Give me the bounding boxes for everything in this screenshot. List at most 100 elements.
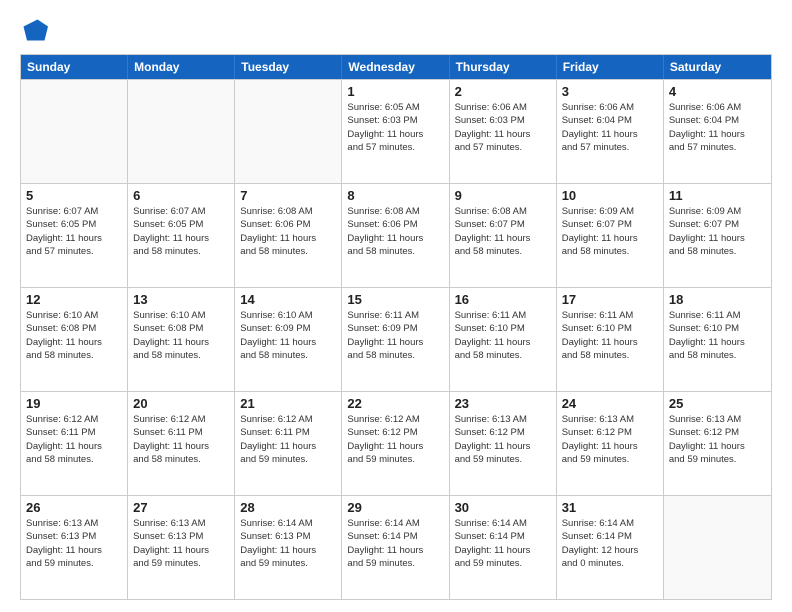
- weekday-header: Friday: [557, 55, 664, 79]
- day-info: Sunrise: 6:10 AM Sunset: 6:08 PM Dayligh…: [26, 309, 122, 362]
- weekday-header: Sunday: [21, 55, 128, 79]
- calendar-cell: 22 Sunrise: 6:12 AM Sunset: 6:12 PM Dayli…: [342, 392, 449, 495]
- day-info: Sunrise: 6:13 AM Sunset: 6:12 PM Dayligh…: [669, 413, 766, 466]
- day-number: 29: [347, 500, 443, 515]
- day-number: 27: [133, 500, 229, 515]
- header: [20, 16, 772, 44]
- day-number: 20: [133, 396, 229, 411]
- day-number: 7: [240, 188, 336, 203]
- logo: [20, 16, 52, 44]
- calendar-cell: 26Sunrise: 6:13 AM Sunset: 6:13 PM Dayli…: [21, 496, 128, 599]
- calendar-cell: 8Sunrise: 6:08 AM Sunset: 6:06 PM Daylig…: [342, 184, 449, 287]
- weekday-header: Tuesday: [235, 55, 342, 79]
- day-info: Sunrise: 6:12 AM Sunset: 6:12 PM Dayligh…: [347, 413, 443, 466]
- calendar-cell: 6 Sunrise: 6:07 AM Sunset: 6:05 PM Daylig…: [128, 184, 235, 287]
- calendar-cell: 16 Sunrise: 6:11 AM Sunset: 6:10 PM Dayli…: [450, 288, 557, 391]
- calendar-cell: 2Sunrise: 6:06 AM Sunset: 6:03 PM Daylig…: [450, 80, 557, 183]
- calendar-cell: 3 Sunrise: 6:06 AM Sunset: 6:04 PM Daylig…: [557, 80, 664, 183]
- weekday-header: Thursday: [450, 55, 557, 79]
- calendar-cell: 11 Sunrise: 6:09 AM Sunset: 6:07 PM Dayli…: [664, 184, 771, 287]
- calendar: SundayMondayTuesdayWednesdayThursdayFrid…: [20, 54, 772, 600]
- day-number: 10: [562, 188, 658, 203]
- day-number: 25: [669, 396, 766, 411]
- calendar-row: 5 Sunrise: 6:07 AM Sunset: 6:05 PM Daylig…: [21, 183, 771, 287]
- calendar-row: 19 Sunrise: 6:12 AM Sunset: 6:11 PM Dayli…: [21, 391, 771, 495]
- day-number: 9: [455, 188, 551, 203]
- weekday-header: Monday: [128, 55, 235, 79]
- calendar-cell: [21, 80, 128, 183]
- day-number: 5: [26, 188, 122, 203]
- day-number: 15: [347, 292, 443, 307]
- day-info: Sunrise: 6:08 AM Sunset: 6:06 PM Dayligh…: [240, 205, 336, 258]
- day-number: 30: [455, 500, 551, 515]
- calendar-cell: 20Sunrise: 6:12 AM Sunset: 6:11 PM Dayli…: [128, 392, 235, 495]
- calendar-row: 1 Sunrise: 6:05 AM Sunset: 6:03 PM Daylig…: [21, 79, 771, 183]
- day-number: 26: [26, 500, 122, 515]
- day-number: 12: [26, 292, 122, 307]
- calendar-cell: 23 Sunrise: 6:13 AM Sunset: 6:12 PM Dayli…: [450, 392, 557, 495]
- calendar-cell: 9Sunrise: 6:08 AM Sunset: 6:07 PM Daylig…: [450, 184, 557, 287]
- day-number: 3: [562, 84, 658, 99]
- day-info: Sunrise: 6:09 AM Sunset: 6:07 PM Dayligh…: [669, 205, 766, 258]
- calendar-cell: 15 Sunrise: 6:11 AM Sunset: 6:09 PM Dayli…: [342, 288, 449, 391]
- calendar-cell: 25 Sunrise: 6:13 AM Sunset: 6:12 PM Dayli…: [664, 392, 771, 495]
- day-number: 21: [240, 396, 336, 411]
- calendar-cell: 13 Sunrise: 6:10 AM Sunset: 6:08 PM Dayli…: [128, 288, 235, 391]
- calendar-cell: 31 Sunrise: 6:14 AM Sunset: 6:14 PM Dayli…: [557, 496, 664, 599]
- day-info: Sunrise: 6:14 AM Sunset: 6:14 PM Dayligh…: [562, 517, 658, 570]
- calendar-cell: 28Sunrise: 6:14 AM Sunset: 6:13 PM Dayli…: [235, 496, 342, 599]
- day-info: Sunrise: 6:14 AM Sunset: 6:14 PM Dayligh…: [347, 517, 443, 570]
- page: SundayMondayTuesdayWednesdayThursdayFrid…: [0, 0, 792, 612]
- day-info: Sunrise: 6:14 AM Sunset: 6:14 PM Dayligh…: [455, 517, 551, 570]
- day-number: 19: [26, 396, 122, 411]
- day-info: Sunrise: 6:13 AM Sunset: 6:13 PM Dayligh…: [133, 517, 229, 570]
- calendar-cell: [128, 80, 235, 183]
- day-info: Sunrise: 6:06 AM Sunset: 6:04 PM Dayligh…: [562, 101, 658, 154]
- day-info: Sunrise: 6:11 AM Sunset: 6:09 PM Dayligh…: [347, 309, 443, 362]
- calendar-cell: 12 Sunrise: 6:10 AM Sunset: 6:08 PM Dayli…: [21, 288, 128, 391]
- calendar-cell: 1 Sunrise: 6:05 AM Sunset: 6:03 PM Daylig…: [342, 80, 449, 183]
- day-number: 13: [133, 292, 229, 307]
- day-number: 22: [347, 396, 443, 411]
- calendar-cell: 30 Sunrise: 6:14 AM Sunset: 6:14 PM Dayli…: [450, 496, 557, 599]
- day-info: Sunrise: 6:12 AM Sunset: 6:11 PM Dayligh…: [26, 413, 122, 466]
- day-number: 23: [455, 396, 551, 411]
- day-info: Sunrise: 6:07 AM Sunset: 6:05 PM Dayligh…: [26, 205, 122, 258]
- calendar-cell: 18 Sunrise: 6:11 AM Sunset: 6:10 PM Dayli…: [664, 288, 771, 391]
- day-number: 4: [669, 84, 766, 99]
- day-number: 31: [562, 500, 658, 515]
- day-info: Sunrise: 6:14 AM Sunset: 6:13 PM Dayligh…: [240, 517, 336, 570]
- day-number: 17: [562, 292, 658, 307]
- calendar-header: SundayMondayTuesdayWednesdayThursdayFrid…: [21, 55, 771, 79]
- calendar-cell: 17 Sunrise: 6:11 AM Sunset: 6:10 PM Dayli…: [557, 288, 664, 391]
- calendar-cell: 10 Sunrise: 6:09 AM Sunset: 6:07 PM Dayli…: [557, 184, 664, 287]
- day-info: Sunrise: 6:07 AM Sunset: 6:05 PM Dayligh…: [133, 205, 229, 258]
- day-number: 11: [669, 188, 766, 203]
- day-info: Sunrise: 6:10 AM Sunset: 6:09 PM Dayligh…: [240, 309, 336, 362]
- calendar-cell: 5 Sunrise: 6:07 AM Sunset: 6:05 PM Daylig…: [21, 184, 128, 287]
- day-number: 16: [455, 292, 551, 307]
- calendar-cell: 19 Sunrise: 6:12 AM Sunset: 6:11 PM Dayli…: [21, 392, 128, 495]
- day-number: 1: [347, 84, 443, 99]
- calendar-cell: 24Sunrise: 6:13 AM Sunset: 6:12 PM Dayli…: [557, 392, 664, 495]
- calendar-cell: 29 Sunrise: 6:14 AM Sunset: 6:14 PM Dayli…: [342, 496, 449, 599]
- calendar-cell: [235, 80, 342, 183]
- day-info: Sunrise: 6:11 AM Sunset: 6:10 PM Dayligh…: [562, 309, 658, 362]
- calendar-cell: 4Sunrise: 6:06 AM Sunset: 6:04 PM Daylig…: [664, 80, 771, 183]
- calendar-cell: 14Sunrise: 6:10 AM Sunset: 6:09 PM Dayli…: [235, 288, 342, 391]
- day-number: 18: [669, 292, 766, 307]
- day-info: Sunrise: 6:06 AM Sunset: 6:03 PM Dayligh…: [455, 101, 551, 154]
- day-info: Sunrise: 6:13 AM Sunset: 6:12 PM Dayligh…: [562, 413, 658, 466]
- day-info: Sunrise: 6:10 AM Sunset: 6:08 PM Dayligh…: [133, 309, 229, 362]
- day-info: Sunrise: 6:05 AM Sunset: 6:03 PM Dayligh…: [347, 101, 443, 154]
- calendar-row: 26 Sunrise: 6:13 AM Sunset: 6:13 PM Dayli…: [21, 495, 771, 599]
- calendar-cell: 27 Sunrise: 6:13 AM Sunset: 6:13 PM Dayli…: [128, 496, 235, 599]
- day-number: 6: [133, 188, 229, 203]
- day-info: Sunrise: 6:11 AM Sunset: 6:10 PM Dayligh…: [669, 309, 766, 362]
- calendar-cell: 7 Sunrise: 6:08 AM Sunset: 6:06 PM Daylig…: [235, 184, 342, 287]
- day-info: Sunrise: 6:09 AM Sunset: 6:07 PM Dayligh…: [562, 205, 658, 258]
- day-info: Sunrise: 6:08 AM Sunset: 6:06 PM Dayligh…: [347, 205, 443, 258]
- day-info: Sunrise: 6:11 AM Sunset: 6:10 PM Dayligh…: [455, 309, 551, 362]
- day-info: Sunrise: 6:12 AM Sunset: 6:11 PM Dayligh…: [240, 413, 336, 466]
- day-info: Sunrise: 6:13 AM Sunset: 6:12 PM Dayligh…: [455, 413, 551, 466]
